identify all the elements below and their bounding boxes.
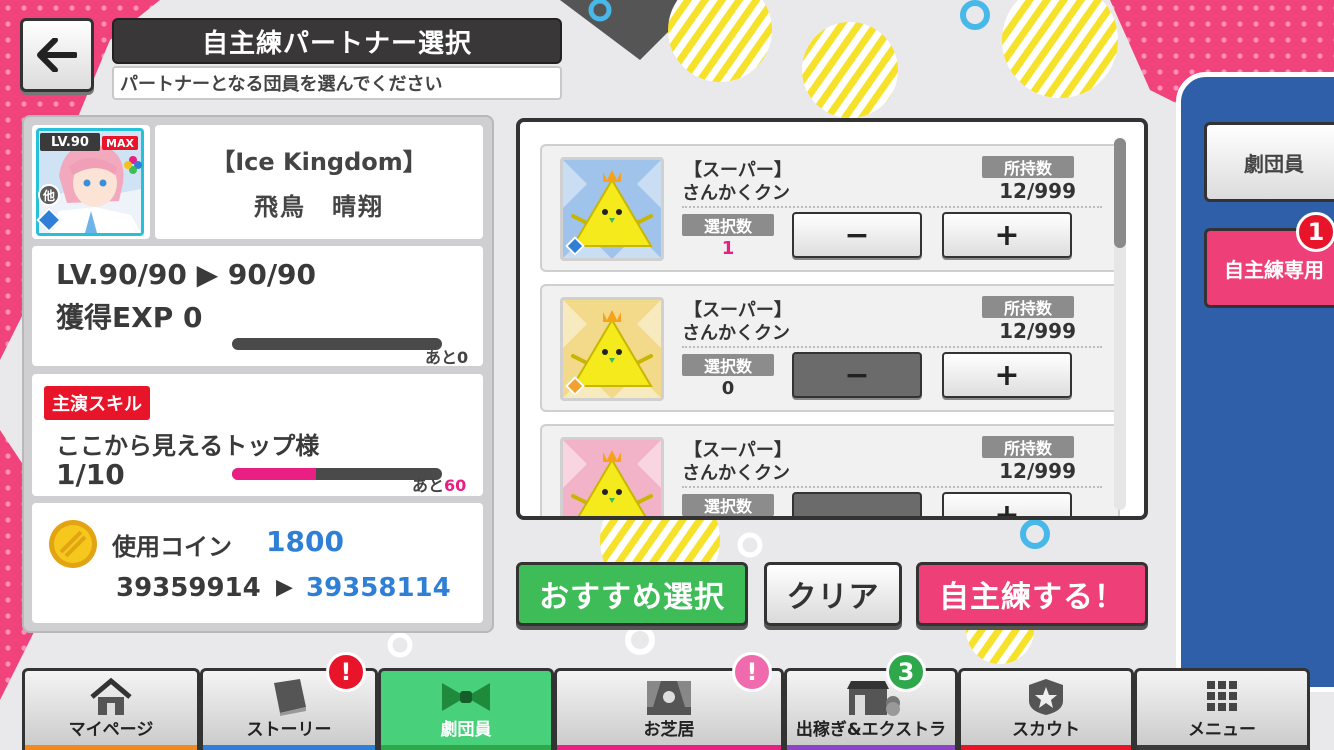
owned-label: 所持数 (982, 156, 1074, 178)
other-badge: 他 (38, 184, 60, 206)
exp-bar (232, 338, 442, 350)
tab-members[interactable]: 劇団員 (1204, 122, 1334, 202)
nav-scout[interactable]: スカウト (958, 668, 1134, 750)
skill-name: ここから見えるトップ様 (56, 432, 320, 460)
page-subtitle: パートナーとなる団員を選んでください (112, 66, 562, 100)
plus-button[interactable]: + (942, 492, 1072, 516)
skill-box: 主演スキル ここから見えるトップ様 1/10 あと60 (32, 374, 483, 496)
nav-color-strip (557, 745, 781, 750)
minus-button[interactable] (792, 492, 922, 516)
level-box: LV.90/90 ▶ 90/90 獲得EXP 0 あと0 (32, 246, 483, 367)
partner-thumbnail[interactable] (560, 297, 664, 401)
nav-mypage[interactable]: マイページ (22, 668, 200, 750)
max-badge: MAX (102, 136, 138, 150)
coin-cost-value: 1800 (266, 525, 344, 558)
skill-level: 1/10 (56, 458, 125, 491)
page-title: 自主練パートナー選択 (112, 18, 562, 64)
plus-cross-icon (124, 156, 142, 174)
nav-color-strip (25, 745, 197, 750)
coin-box: 使用コイン 1800 39359914 ▶ 39358114 (32, 503, 483, 623)
owned-label: 所持数 (982, 436, 1074, 458)
selected-label: 選択数 (682, 354, 774, 376)
triangle-mascot-icon (563, 440, 661, 516)
nav-label: 出稼ぎ&エクストラ (795, 720, 947, 740)
partner-name: さんかくクン (682, 183, 790, 204)
divider (682, 206, 1102, 208)
partner-thumbnail[interactable] (560, 437, 664, 516)
notification-badge: ! (326, 652, 366, 692)
nav-color-strip (787, 745, 955, 750)
nav-extra[interactable]: 出稼ぎ&エクストラ (784, 668, 958, 750)
training-tab-badge: 1 (1296, 212, 1334, 252)
minus-button[interactable]: − (792, 212, 922, 258)
minus-button[interactable]: − (792, 352, 922, 398)
exp-remaining: あと0 (425, 348, 469, 367)
partner-item[interactable]: 【スーパー】 さんかくクン 所持数 12/999 選択数 0 − + (540, 284, 1120, 412)
nav-label: 劇団員 (440, 720, 492, 740)
nav-label: ストーリー (246, 720, 332, 740)
nav-color-strip (961, 745, 1131, 750)
arrow-left-icon (37, 38, 77, 72)
nav-label: お芝居 (643, 720, 695, 740)
nav-color-strip (381, 745, 551, 750)
partner-item[interactable]: 【スーパー】 さんかくクン 所持数 12/999 選択数 + (540, 424, 1120, 516)
plus-button[interactable]: + (942, 352, 1072, 398)
member-level-badge: LV.90 (40, 133, 100, 151)
owned-value: 12/999 (999, 319, 1076, 343)
partner-item[interactable]: 【スーパー】 さんかくクン 所持数 12/999 選択数 1 − + (540, 144, 1120, 272)
skill-bar-fill (232, 468, 316, 480)
skill-remaining-value: 60 (444, 476, 467, 495)
owned-value: 12/999 (999, 459, 1076, 483)
skill-tag: 主演スキル (44, 386, 150, 420)
coin-cost-label: 使用コイン (112, 533, 232, 561)
plus-button[interactable]: + (942, 212, 1072, 258)
partner-thumbnail[interactable] (560, 157, 664, 261)
selected-value: 1 (721, 238, 735, 259)
notification-badge: ! (732, 652, 772, 692)
nav-color-strip (203, 745, 375, 750)
notification-badge: 3 (886, 652, 926, 692)
exp-text: 獲得EXP 0 (56, 301, 203, 334)
partner-list-content: 【スーパー】 さんかくクン 所持数 12/999 選択数 1 − + 【スーパー… (520, 122, 1144, 516)
partner-name: さんかくクン (682, 323, 790, 344)
train-button[interactable]: 自主練する！ (916, 562, 1148, 626)
selected-label: 選択数 (682, 494, 774, 516)
selected-value: 0 (721, 378, 735, 399)
member-title: 【Ice Kingdom】 (211, 148, 427, 176)
divider (682, 346, 1102, 348)
list-scrollbar-thumb[interactable] (1114, 138, 1126, 248)
owned-value: 12/999 (999, 179, 1076, 203)
coin-icon (48, 519, 98, 569)
level-text: LV.90/90 ▶ 90/90 (56, 258, 317, 291)
back-button[interactable] (20, 18, 94, 92)
nav-label: スカウト (1012, 720, 1080, 740)
partner-name: さんかくクン (682, 463, 790, 484)
selected-label: 選択数 (682, 214, 774, 236)
coin-before: 39359914 (116, 573, 261, 603)
nav-color-strip (1137, 745, 1307, 750)
clear-button[interactable]: クリア (764, 562, 902, 626)
skill-remaining: あと60 (412, 472, 466, 496)
owned-label: 所持数 (982, 296, 1074, 318)
skill-bar (232, 468, 442, 480)
list-scrollbar[interactable] (1114, 138, 1126, 510)
divider (682, 486, 1102, 488)
nav-menu[interactable]: メニュー (1134, 668, 1310, 750)
member-name-box: 【Ice Kingdom】 飛鳥 晴翔 (155, 125, 483, 239)
nav-label: メニュー (1188, 720, 1256, 740)
exp-bar-fill (232, 338, 442, 350)
coin-arrow: ▶ (276, 575, 293, 600)
skill-remaining-prefix: あと (412, 476, 445, 495)
partner-list[interactable]: 【スーパー】 さんかくクン 所持数 12/999 選択数 1 − + 【スーパー… (516, 118, 1148, 520)
nav-label: マイページ (68, 720, 154, 740)
recommend-button[interactable]: おすすめ選択 (516, 562, 748, 626)
member-name: 飛鳥 晴翔 (254, 193, 384, 221)
coin-after: 39358114 (306, 573, 451, 603)
bottom-navigation: マイページ ストーリー ! 劇団員 お芝居 ! 出稼ぎ&エクストラ 3 スカウト… (22, 652, 1312, 750)
nav-members[interactable]: 劇団員 (378, 668, 554, 750)
